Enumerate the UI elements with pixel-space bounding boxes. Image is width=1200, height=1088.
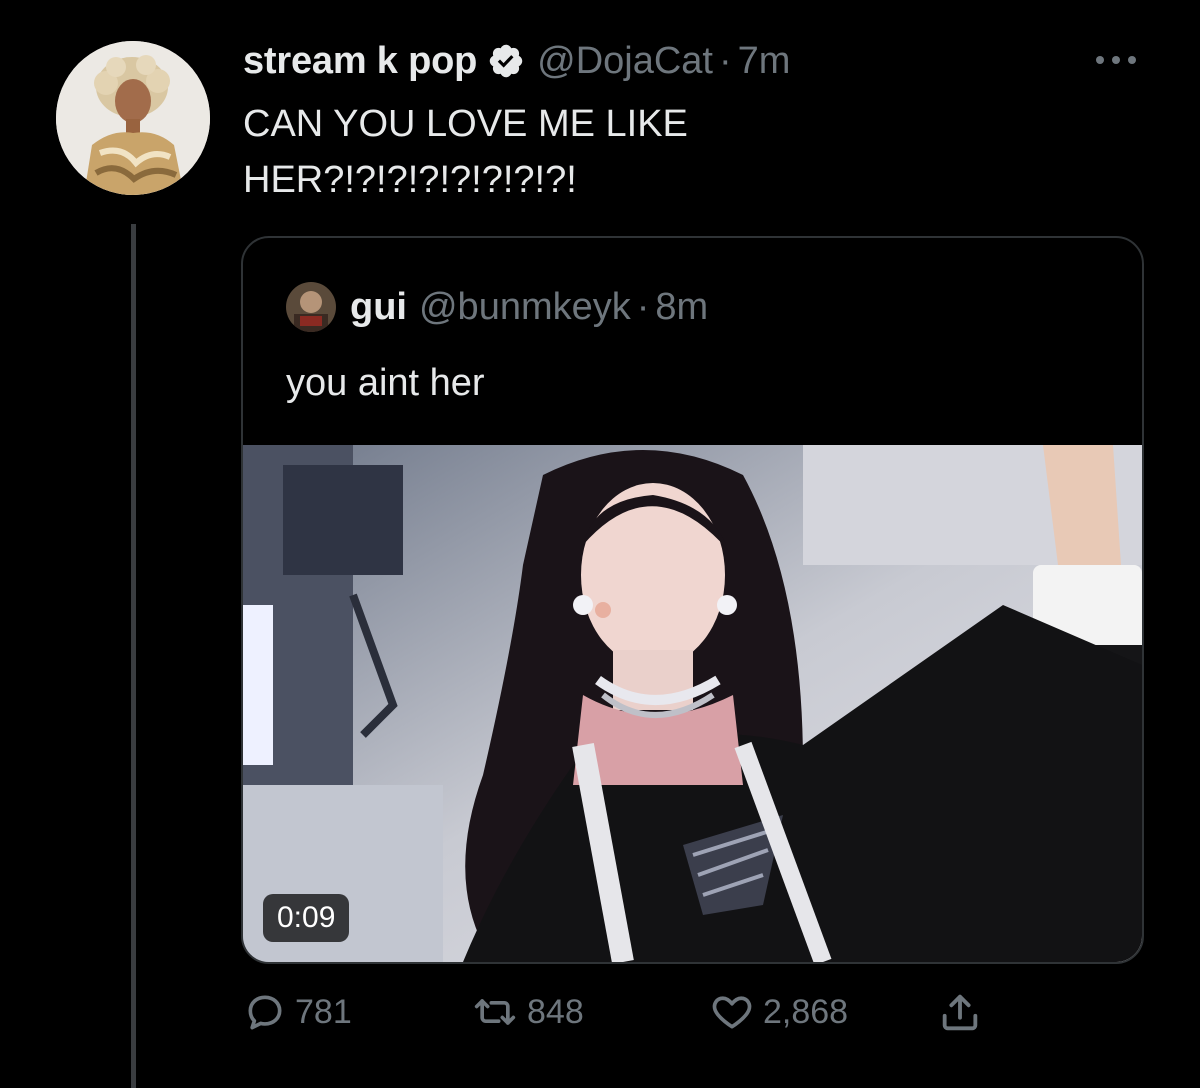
video-duration-badge: 0:09 xyxy=(263,894,350,942)
quoted-author-handle: @bunmkeyk xyxy=(418,285,631,328)
quoted-author-display-name: gui xyxy=(350,285,407,328)
quoted-tweet-timestamp: 8m xyxy=(655,285,709,328)
like-count: 2,868 xyxy=(763,992,849,1031)
quoted-tweet-header: gui @bunmkeyk · 8m xyxy=(286,280,708,334)
quoted-header-separator: · xyxy=(636,285,650,328)
avatar-image xyxy=(56,41,210,195)
retweet-count: 848 xyxy=(527,992,584,1031)
video-thumbnail xyxy=(243,445,1142,962)
quoted-avatar-image xyxy=(286,282,336,332)
thread-connector-line xyxy=(131,224,136,1088)
quoted-author-avatar xyxy=(286,282,336,332)
quoted-tweet-card[interactable]: gui @bunmkeyk · 8m you aint her 0:09 xyxy=(241,236,1144,964)
author-display-name[interactable]: stream k pop xyxy=(243,40,477,83)
verified-badge-icon xyxy=(489,44,523,78)
tweet-header: stream k pop @DojaCat · 7m xyxy=(243,34,790,88)
like-button[interactable]: 2,868 xyxy=(709,988,848,1036)
quoted-tweet-text: you aint her xyxy=(286,362,485,404)
share-button[interactable] xyxy=(937,988,991,1036)
retweet-icon xyxy=(474,999,516,1025)
video-player[interactable]: 0:09 xyxy=(243,445,1142,962)
reply-count: 781 xyxy=(295,992,352,1031)
author-avatar[interactable] xyxy=(56,41,210,195)
tweet-text: CAN YOU LOVE ME LIKE HER?!?!?!?!?!?!?!?! xyxy=(243,103,688,201)
retweet-button[interactable]: 848 xyxy=(471,988,584,1036)
author-handle[interactable]: @DojaCat xyxy=(537,40,713,83)
header-separator: · xyxy=(719,39,732,82)
reply-icon xyxy=(248,995,282,1030)
more-options-icon[interactable] xyxy=(1090,44,1142,76)
reply-button[interactable]: 781 xyxy=(243,988,352,1036)
tweet-timestamp[interactable]: 7m xyxy=(738,40,791,83)
share-icon xyxy=(942,994,978,1031)
heart-icon xyxy=(712,996,752,1029)
tweet[interactable]: stream k pop @DojaCat · 7m CAN YOU LOVE … xyxy=(0,0,1200,1088)
